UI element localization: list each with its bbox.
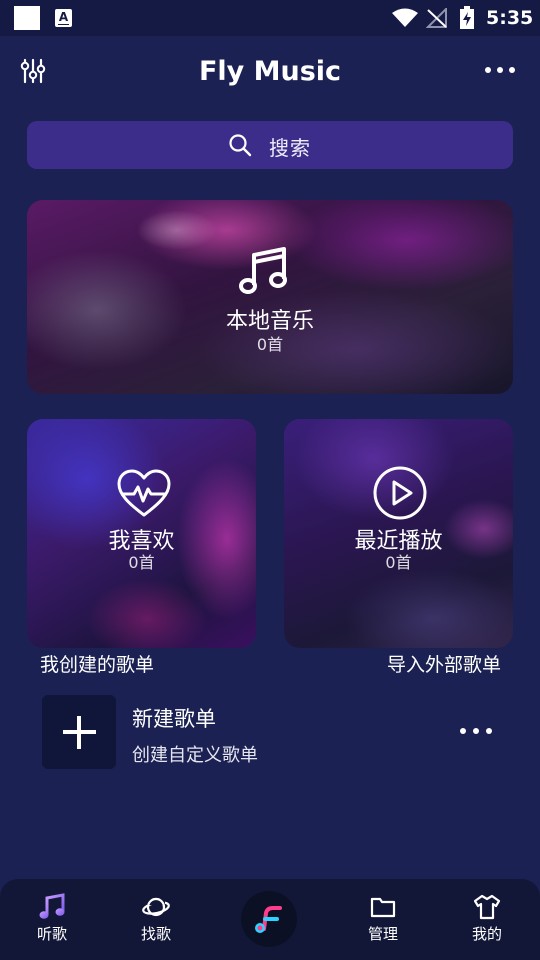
nav-item-manage[interactable]: 管理 <box>343 879 423 960</box>
nav-item-listen[interactable]: 听歌 <box>12 879 92 960</box>
planet-icon <box>142 897 170 917</box>
bottom-nav: 听歌 找歌 管理 我的 <box>0 879 540 960</box>
new-playlist-row[interactable]: 新建歌单 创建自定义歌单 <box>40 693 510 771</box>
import-playlists-link[interactable]: 导入外部歌单 <box>387 650 501 677</box>
recent-played-card[interactable]: 最近播放 0首 <box>284 419 513 648</box>
more-icon[interactable] <box>480 66 520 78</box>
app-screen: A 5:35 Fly Music 搜索 本地音乐 0首 我喜欢 0首 最近播放 … <box>0 0 540 960</box>
recent-played-count: 0首 <box>385 553 412 572</box>
nav-label-mine: 我的 <box>471 925 502 943</box>
a-notification-icon: A <box>55 9 72 27</box>
folder-icon <box>370 897 396 918</box>
favorites-card[interactable]: 我喜欢 0首 <box>27 419 256 648</box>
tshirt-icon <box>473 894 501 920</box>
my-playlists-heading: 我创建的歌单 <box>40 654 155 676</box>
favorites-count: 0首 <box>128 553 155 572</box>
app-title: Fly Music <box>198 56 342 87</box>
local-music-count: 0首 <box>256 335 284 354</box>
nav-label-discover: 找歌 <box>140 925 171 943</box>
music-note-icon <box>239 247 287 294</box>
nav-label-listen: 听歌 <box>36 925 67 943</box>
row-more-icon[interactable] <box>458 728 494 736</box>
nav-item-mine[interactable]: 我的 <box>447 879 527 960</box>
play-circle-icon <box>373 466 427 520</box>
fly-logo-button[interactable] <box>241 891 297 947</box>
local-music-card[interactable]: 本地音乐 0首 <box>27 200 513 394</box>
music-note-icon <box>39 893 65 919</box>
search-placeholder: 搜索 <box>269 136 311 160</box>
nav-item-discover[interactable]: 找歌 <box>116 879 196 960</box>
search-bar[interactable]: 搜索 <box>27 121 513 169</box>
search-icon <box>229 134 252 157</box>
plus-icon <box>42 695 116 769</box>
local-music-background <box>27 200 513 394</box>
no-signal-icon <box>426 8 447 28</box>
status-bar: A 5:35 <box>0 0 540 36</box>
white-square-icon <box>14 6 40 30</box>
new-playlist-title: 新建歌单 <box>132 707 216 731</box>
app-header: Fly Music <box>0 36 540 112</box>
status-time: 5:35 <box>486 7 534 29</box>
nav-label-manage: 管理 <box>367 925 398 943</box>
battery-icon <box>460 6 474 29</box>
wifi-icon <box>392 8 418 27</box>
new-playlist-subtitle: 创建自定义歌单 <box>132 745 258 766</box>
fly-logo-icon <box>255 906 282 933</box>
heart-pulse-icon <box>117 469 171 517</box>
